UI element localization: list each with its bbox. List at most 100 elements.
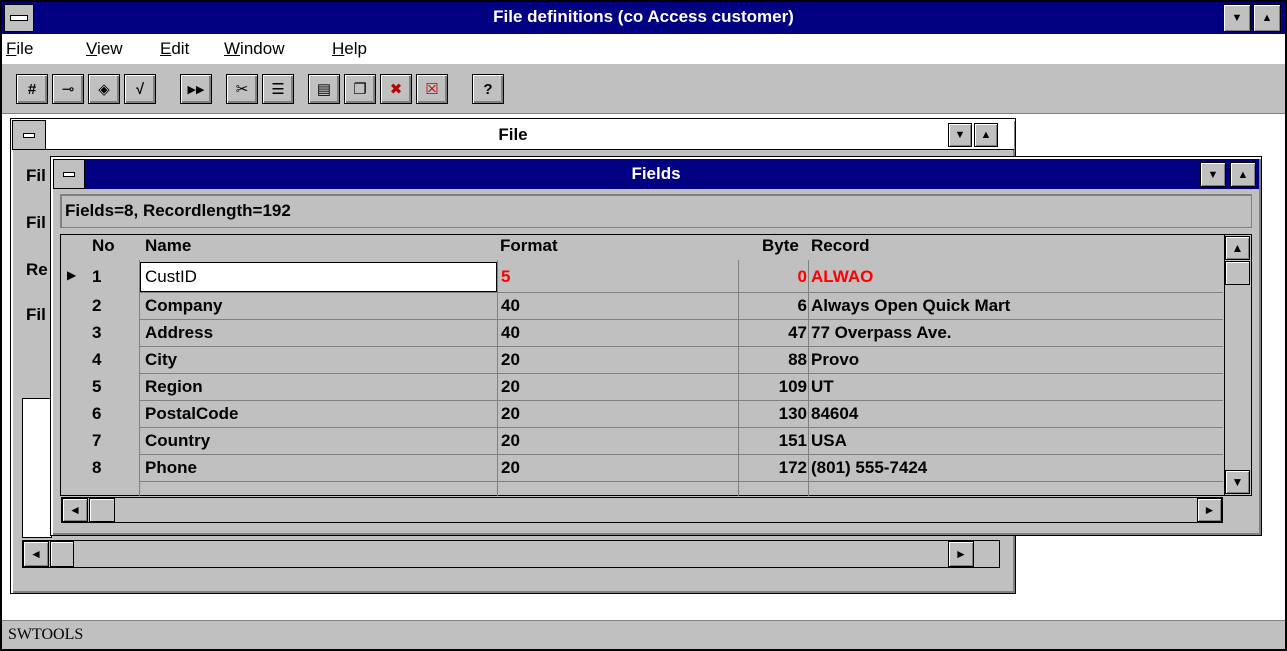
- file-window-titlebar[interactable]: File: [12, 120, 1014, 150]
- cell-record[interactable]: (801) 555-7424: [811, 458, 927, 478]
- number-button[interactable]: #: [16, 74, 48, 104]
- scroll-thumb[interactable]: [50, 541, 74, 567]
- cell-name[interactable]: Region: [145, 377, 203, 397]
- system-menu-button[interactable]: [4, 4, 34, 32]
- minimize-button[interactable]: ▼: [1223, 4, 1251, 32]
- cell-format[interactable]: 20: [501, 350, 520, 370]
- fields-window-titlebar[interactable]: Fields: [53, 159, 1259, 189]
- list-button[interactable]: ☰: [262, 74, 294, 104]
- list-icon: ☰: [271, 81, 285, 98]
- cell-no: 6: [92, 404, 102, 423]
- cell-name[interactable]: Country: [145, 431, 210, 451]
- system-menu-icon: [9, 15, 29, 21]
- fields-window-system-button[interactable]: [53, 159, 85, 189]
- file-window-maximize-button[interactable]: ▲: [974, 123, 998, 147]
- cell-record[interactable]: ALWAO: [811, 267, 873, 287]
- grid-col-divider: [738, 260, 739, 496]
- cell-byte: 0: [797, 267, 807, 286]
- cell-format[interactable]: 20: [501, 377, 520, 397]
- cell-record[interactable]: UT: [811, 377, 834, 397]
- maximize-button[interactable]: ▲: [1253, 4, 1281, 32]
- arrow-down-icon: ▼: [1231, 475, 1244, 489]
- file-label-4: Fil: [26, 305, 46, 324]
- grid-col-divider: [808, 260, 809, 496]
- close-windows-button[interactable]: ✖: [380, 74, 412, 104]
- cut-button[interactable]: ✂: [226, 74, 258, 104]
- grid-row-divider: [139, 292, 1223, 293]
- cell-name[interactable]: City: [145, 350, 177, 370]
- cell-name[interactable]: Phone: [145, 458, 197, 478]
- cell-format[interactable]: 5: [501, 267, 510, 287]
- file-window-minimize-button[interactable]: ▼: [948, 123, 972, 147]
- cascade-icon: ❐: [353, 81, 367, 98]
- cell-name[interactable]: PostalCode: [145, 404, 239, 424]
- cell-byte: 6: [797, 296, 807, 315]
- diamond-icon: ◈: [98, 81, 110, 98]
- hscroll-thumb[interactable]: [89, 498, 115, 522]
- col-header-name[interactable]: Name: [145, 236, 191, 256]
- cell-no: 5: [92, 377, 102, 396]
- cell-name[interactable]: Company: [145, 296, 222, 316]
- cell-no: 8: [92, 458, 102, 477]
- cell-format[interactable]: 40: [501, 296, 520, 316]
- cell-no: 1: [92, 267, 102, 286]
- cell-name[interactable]: Address: [145, 323, 213, 343]
- scroll-left-button[interactable]: ◄: [23, 541, 49, 567]
- delete-icon: ☒: [425, 81, 439, 98]
- col-header-record[interactable]: Record: [811, 236, 870, 256]
- fast-forward-button[interactable]: ▶▶: [180, 74, 212, 104]
- arrow-left-icon: ◄: [69, 503, 81, 517]
- col-header-format[interactable]: Format: [500, 236, 558, 256]
- file-window-hscrollbar[interactable]: [22, 540, 1000, 568]
- cell-record[interactable]: 84604: [811, 404, 858, 424]
- cell-record[interactable]: 77 Overpass Ave.: [811, 323, 952, 343]
- app-titlebar[interactable]: File definitions (co Access customer): [2, 2, 1285, 34]
- grid-row-divider: [139, 373, 1223, 374]
- cell-format[interactable]: 20: [501, 404, 520, 424]
- menubar: File View Edit Window Help: [2, 34, 1285, 64]
- cell-record[interactable]: USA: [811, 431, 847, 451]
- col-header-no[interactable]: No: [92, 236, 115, 256]
- maximize-icon: ▲: [1237, 168, 1249, 181]
- cell-no: 7: [92, 431, 102, 450]
- menu-file[interactable]: File: [6, 39, 33, 59]
- file-window-system-button[interactable]: [12, 120, 46, 150]
- arrow-up-icon: ▲: [1231, 241, 1244, 255]
- menu-edit[interactable]: Edit: [160, 39, 189, 59]
- col-header-byte[interactable]: Byte: [762, 236, 799, 256]
- maximize-icon: ▲: [980, 129, 992, 141]
- diamond-button[interactable]: ◈: [88, 74, 120, 104]
- current-row-indicator-icon: ▶: [67, 268, 77, 282]
- cell-record[interactable]: Always Open Quick Mart: [811, 296, 1010, 316]
- vscroll-thumb[interactable]: [1225, 261, 1250, 285]
- tile-button[interactable]: ▤: [308, 74, 340, 104]
- cell-record[interactable]: Provo: [811, 350, 859, 370]
- cell-byte: 88: [788, 350, 807, 369]
- menu-window[interactable]: Window: [224, 39, 284, 59]
- menu-help[interactable]: Help: [332, 39, 367, 59]
- help-icon: ?: [483, 80, 493, 98]
- status-bar: SWTOOLS: [2, 620, 1285, 649]
- scroll-down-button[interactable]: ▼: [1225, 470, 1250, 494]
- fields-window-maximize-button[interactable]: ▲: [1230, 162, 1256, 187]
- cell-format[interactable]: 20: [501, 431, 520, 451]
- scroll-up-button[interactable]: ▲: [1225, 236, 1250, 260]
- fields-window-minimize-button[interactable]: ▼: [1200, 162, 1226, 187]
- help-button[interactable]: ?: [472, 74, 504, 104]
- check-button[interactable]: √: [124, 74, 156, 104]
- delete-button[interactable]: ☒: [416, 74, 448, 104]
- fields-hscrollbar[interactable]: [61, 497, 1223, 523]
- cell-format[interactable]: 20: [501, 458, 520, 478]
- number-icon: #: [27, 80, 37, 98]
- cell-name[interactable]: CustID: [145, 267, 197, 287]
- key-button[interactable]: ⊸: [52, 74, 84, 104]
- toolbar: # ⊸ ◈ √ ▶▶ ✂ ☰ ▤ ❐ ✖ ☒ ?: [2, 64, 1285, 114]
- scroll-right-button[interactable]: ►: [1197, 498, 1222, 522]
- scroll-right-button[interactable]: ►: [948, 541, 974, 567]
- menu-view[interactable]: View: [86, 39, 123, 59]
- cell-no: 3: [92, 323, 102, 342]
- cell-format[interactable]: 40: [501, 323, 520, 343]
- scroll-left-button[interactable]: ◄: [62, 498, 88, 522]
- cascade-button[interactable]: ❐: [344, 74, 376, 104]
- grid-row-divider: [139, 400, 1223, 401]
